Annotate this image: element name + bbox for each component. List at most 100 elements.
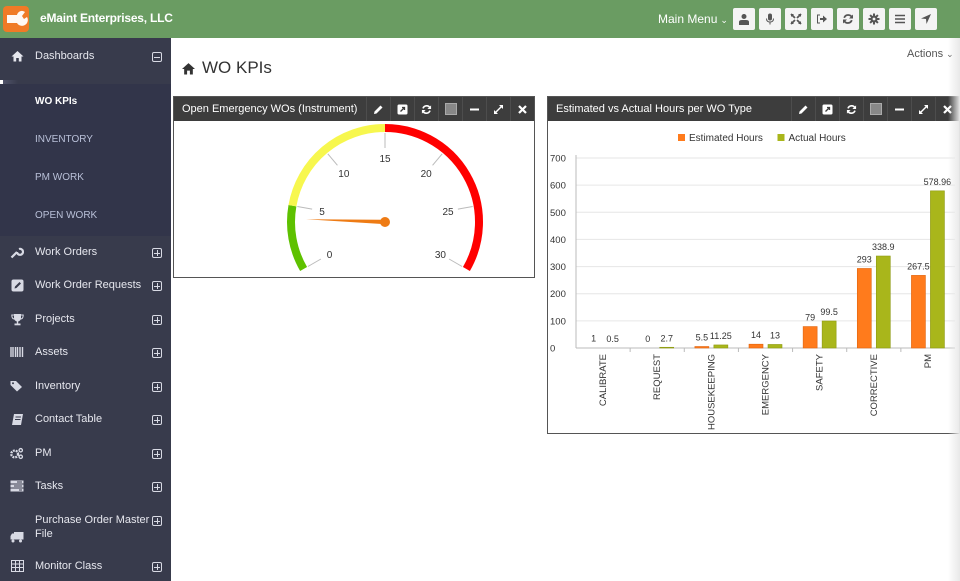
data-label: 2.7 [660,333,673,343]
data-label: 11.25 [710,331,732,341]
expand-icon[interactable] [152,482,162,492]
collapse-icon[interactable] [152,52,162,62]
user-button[interactable] [733,8,755,30]
sidebar-item-inventory[interactable]: Inventory [0,379,171,395]
expand-icon[interactable] [152,516,162,526]
color-picker-button[interactable] [438,97,462,121]
gauge-band-1 [288,124,386,207]
edit-button[interactable] [791,97,815,121]
top-bar: eMaint Enterprises, LLC Main Menu ⌄ [0,0,960,38]
barcode-icon [10,345,24,359]
sidebar-item-tasks[interactable]: Tasks [0,479,171,495]
expand-icon[interactable] [152,449,162,459]
y-tick-label: 500 [550,208,566,219]
refresh-icon [846,104,857,114]
expand-icon[interactable] [152,315,162,325]
fullscreen-icon [790,13,802,25]
color-swatch-icon [869,103,882,115]
expand-icon[interactable] [152,248,162,258]
x-tick-label: SAFETY [815,353,826,391]
refresh-button[interactable] [837,8,859,30]
data-label: 0 [645,334,650,344]
color-picker-button[interactable] [863,97,887,121]
expand-button[interactable] [911,97,935,121]
sign-out-button[interactable] [811,8,833,30]
gauge-tick-label: 15 [379,154,391,165]
sidebar-item-purchase-order-master-file[interactable]: Purchase Order Master File [0,513,171,545]
data-label: 267.5 [907,261,930,271]
y-tick-label: 600 [550,181,566,192]
sidebar-item-monitor-class[interactable]: Monitor Class [0,559,171,575]
actions-dropdown[interactable]: Actions ⌄ [907,48,954,60]
expand-icon[interactable] [152,382,162,392]
chevron-down-icon: ⌄ [720,15,728,25]
gauge-tick [457,206,473,210]
company-name: eMaint Enterprises, LLC [40,11,173,25]
gauge-tick-label: 25 [442,207,454,218]
sidebar-item-contact-table[interactable]: Contact Table [0,412,171,428]
gauge-tick-label: 20 [421,169,433,180]
gauge-needle [306,219,386,225]
sidebar-item-label: Contact Table [35,413,103,425]
expand-icon[interactable] [152,281,162,291]
bar-estimated [802,326,818,349]
emaint-logo-icon[interactable] [3,6,29,32]
main-menu-dropdown[interactable]: Main Menu ⌄ [658,12,728,26]
sidebar-subitem-open-work[interactable]: OPEN WORK [0,198,171,236]
sidebar-item-pm[interactable]: PM [0,446,171,462]
sidebar-item-label: Dashboards [35,50,95,62]
refresh-button[interactable] [414,97,438,121]
edit-icon [10,278,24,292]
sidebar-item-work-order-requests[interactable]: Work Order Requests [0,278,171,294]
sidebar-item-label: Monitor Class [35,560,103,572]
sidebar-subitem-label: WO KPIs [35,96,78,107]
gauge-tick-label: 10 [338,169,350,180]
fullscreen-button[interactable] [785,8,807,30]
sign-out-icon [817,14,827,24]
gauge-tick [432,153,443,166]
minimize-button[interactable] [462,97,486,121]
sidebar-subitem-wo-kpis[interactable]: WO KPIs [0,84,171,122]
minimize-button[interactable] [887,97,911,121]
gauge-tick-label: 0 [327,250,333,261]
refresh-button[interactable] [839,97,863,121]
sidebar-item-label-line2: File [35,528,53,540]
expand-icon[interactable] [152,562,162,572]
expand-icon[interactable] [152,348,162,358]
gauge-band-2 [384,124,483,271]
sidebar-item-projects[interactable]: Projects [0,312,171,328]
panel-title: Estimated vs Actual Hours per WO Type [556,103,753,115]
sidebar-subitem-pm-work[interactable]: PM WORK [0,160,171,198]
settings-button[interactable] [863,8,885,30]
x-tick-label: CALIBRATE [598,354,609,406]
expand-button[interactable] [486,97,510,121]
close-button[interactable] [510,97,534,121]
open-external-button[interactable] [390,97,414,121]
sidebar-subitem-label: OPEN WORK [35,210,98,221]
location-button[interactable] [915,8,937,30]
edit-button[interactable] [366,97,390,121]
bar-estimated [856,268,872,349]
gauge-panel: Open Emergency WOs (Instrument) 0 5 10 15 20… [173,96,535,278]
sidebar-subitem-label: INVENTORY [35,134,93,145]
sidebar-item-work-orders[interactable]: Work Orders [0,245,171,261]
sidebar-item-label: Work Order Requests [35,279,142,291]
data-label: 79 [805,313,815,323]
expand-icon[interactable] [152,415,162,425]
sidebar-subitem-inventory[interactable]: INVENTORY [0,122,171,160]
x-tick-label: CORRECTIVE [869,354,880,416]
legend-label: Estimated Hours [689,133,763,144]
gauge-tick [297,206,313,210]
pencil-icon [799,105,808,114]
gauge-tick [448,258,463,267]
microphone-button[interactable] [759,8,781,30]
y-tick-label: 400 [550,235,566,246]
minus-icon [470,108,479,110]
menu-button[interactable] [889,8,911,30]
open-external-button[interactable] [815,97,839,121]
microphone-icon [766,13,774,25]
sidebar-subitem-label: PM WORK [35,172,84,183]
sidebar-item-assets[interactable]: Assets [0,345,171,361]
legend-label: Actual Hours [789,133,846,144]
sidebar-item-dashboards[interactable]: Dashboards [0,49,171,65]
